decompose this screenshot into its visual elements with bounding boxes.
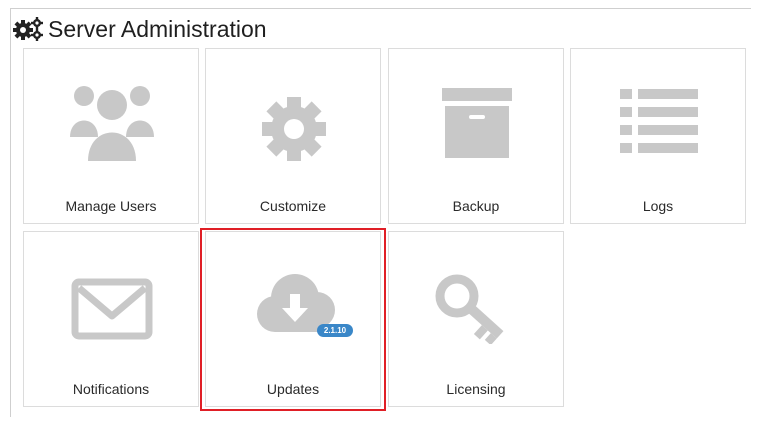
gears-icon <box>13 17 43 41</box>
tile-label: Updates <box>266 381 320 397</box>
tile-label: Logs <box>642 198 674 214</box>
version-badge: 2.1.10 <box>317 324 353 337</box>
tile-customize[interactable]: Customize <box>205 48 381 224</box>
envelope-icon <box>71 278 153 340</box>
key-icon <box>435 274 504 344</box>
tile-label: Notifications <box>72 381 150 397</box>
archive-box-icon <box>442 88 512 158</box>
tile-logs[interactable]: Logs <box>570 48 746 224</box>
tile-notifications[interactable]: Notifications <box>23 231 199 407</box>
tile-backup[interactable]: Backup <box>388 48 564 224</box>
tile-label: Licensing <box>446 381 506 397</box>
page-title-text: Server Administration <box>48 15 267 42</box>
tile-label: Customize <box>259 198 327 214</box>
gear-icon <box>262 97 326 161</box>
tile-updates[interactable]: 2.1.10 Updates <box>205 231 381 407</box>
tile-label: Backup <box>452 198 500 214</box>
tile-manage-users[interactable]: Manage Users <box>23 48 199 224</box>
list-icon <box>620 89 698 153</box>
users-icon <box>70 86 154 161</box>
tile-licensing[interactable]: Licensing <box>388 231 564 407</box>
page-title: Server Administration <box>12 14 267 44</box>
tile-label: Manage Users <box>65 198 157 214</box>
